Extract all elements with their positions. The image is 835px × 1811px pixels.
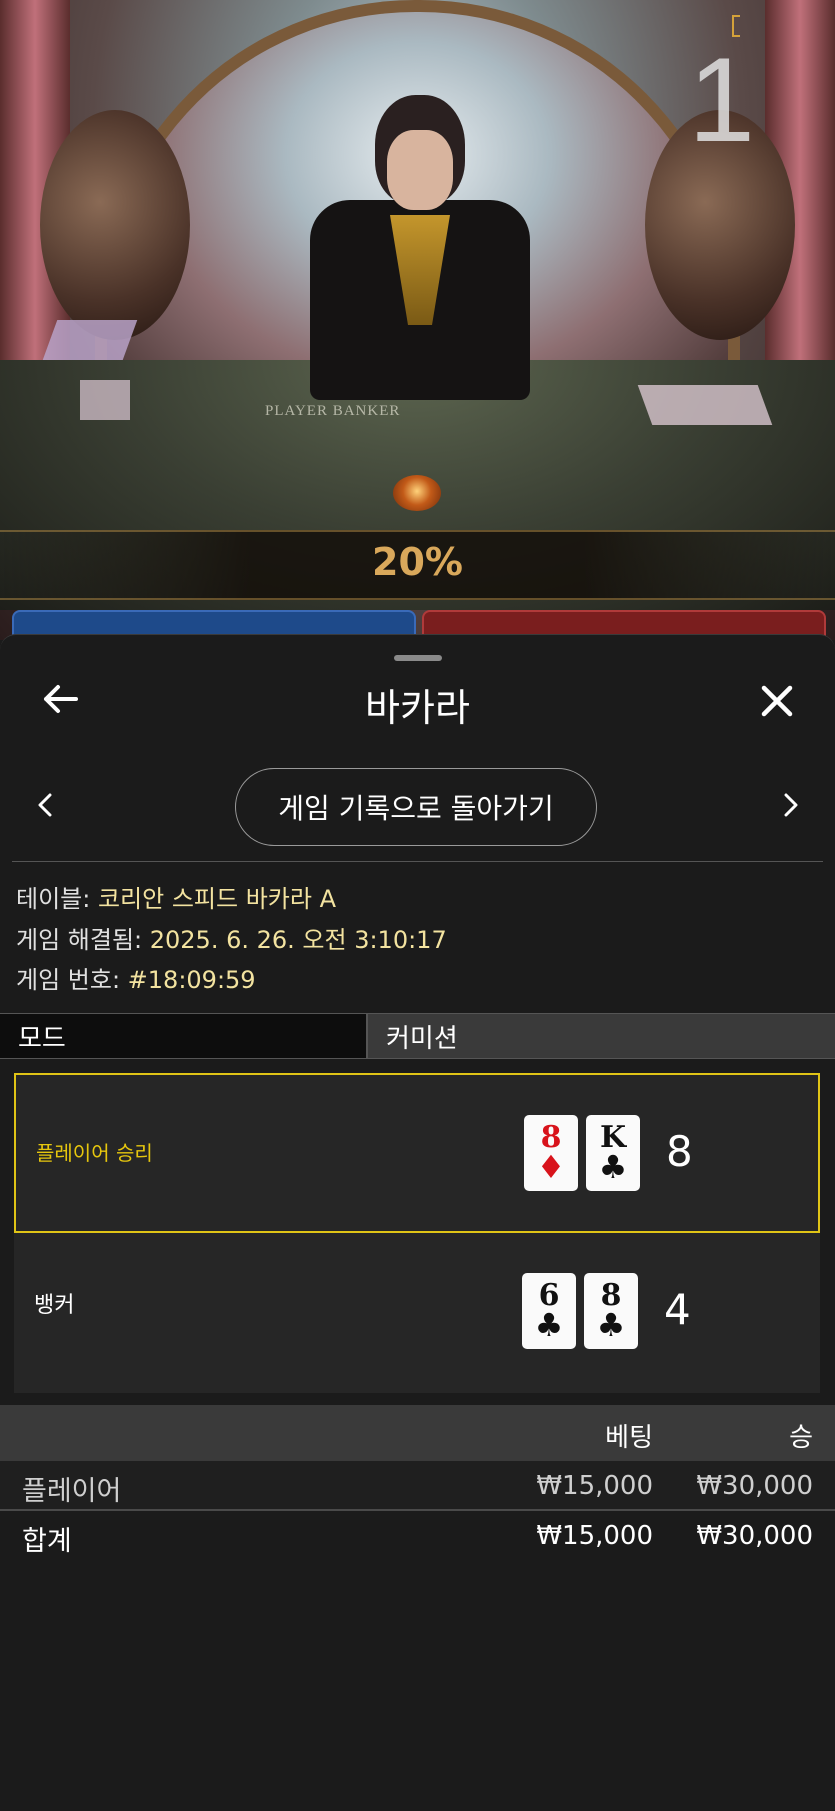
game-number-label: 게임 번호:	[16, 966, 128, 994]
back-to-history-button[interactable]: 게임 기록으로 돌아가기	[235, 768, 597, 846]
playing-card: K ♣	[586, 1115, 640, 1191]
table-info-value: 코리안 스피드 바카라 A	[97, 885, 336, 913]
banker-result-row: 뱅커 6 ♣ 8 ♣ 4	[14, 1233, 820, 1393]
bet-column-header: 베팅	[605, 1423, 653, 1453]
bet-row-label: 플레이어	[22, 1476, 122, 1507]
playing-card: 8 ♦	[524, 1115, 578, 1191]
player-result-row: 플레이어 승리 8 ♦ K ♣ 8	[14, 1073, 820, 1233]
resolved-info: 게임 해결됨: 2025. 6. 26. 오전 3:10:17	[16, 920, 447, 955]
total-win-amount: ₩30,000	[696, 1521, 813, 1551]
table-info-label: 테이블:	[16, 885, 98, 913]
round-number: 1	[688, 33, 755, 167]
card-tray	[80, 380, 130, 420]
win-column-header: 승	[789, 1423, 813, 1453]
tab-commission[interactable]: 커미션	[368, 1014, 835, 1058]
panel-title: 바카라	[365, 686, 470, 730]
chip-icon	[393, 475, 441, 511]
table-info: 테이블: 코리안 스피드 바카라 A	[16, 879, 336, 914]
bets-table-header: 베팅 승	[0, 1405, 835, 1461]
dragon-statue	[40, 110, 190, 340]
close-icon	[761, 685, 793, 717]
drag-handle[interactable]	[394, 655, 442, 661]
divider	[12, 861, 823, 862]
total-label: 합계	[22, 1526, 72, 1557]
club-suit-icon: ♣	[598, 1148, 628, 1186]
bet-amount: ₩15,000	[536, 1471, 653, 1501]
total-bet-amount: ₩15,000	[536, 1521, 653, 1551]
discard-holder	[637, 385, 773, 425]
live-video: PLAYER BANKER 1 20%	[0, 0, 835, 640]
resolved-info-label: 게임 해결됨:	[16, 926, 150, 954]
tab-mode[interactable]: 모드	[0, 1014, 368, 1058]
chevron-right-icon	[784, 793, 798, 817]
playing-card: 6 ♣	[522, 1273, 576, 1349]
game-number-value: #18:09:59	[127, 966, 256, 994]
diamond-suit-icon: ♦	[536, 1148, 566, 1186]
playing-card: 8 ♣	[584, 1273, 638, 1349]
total-row: 합계 ₩15,000 ₩30,000	[0, 1511, 835, 1559]
next-game-button[interactable]	[776, 785, 806, 825]
close-button[interactable]	[755, 679, 799, 723]
dealer-face	[387, 130, 453, 210]
chevron-left-icon	[38, 793, 52, 817]
previous-game-button[interactable]	[30, 785, 60, 825]
table-row: 플레이어 ₩15,000 ₩30,000	[0, 1461, 835, 1509]
table-print: PLAYER BANKER	[265, 403, 401, 419]
resolved-info-value: 2025. 6. 26. 오전 3:10:17	[149, 926, 447, 954]
win-amount: ₩30,000	[696, 1471, 813, 1501]
player-score: 8	[666, 1127, 693, 1176]
banker-score: 4	[664, 1285, 691, 1334]
game-detail-panel: 바카라 게임 기록으로 돌아가기 테이블: 코리안 스피드 바카라 A 게임 해…	[0, 634, 835, 1811]
game-number-info: 게임 번호: #18:09:59	[16, 960, 256, 995]
club-suit-icon: ♣	[596, 1306, 626, 1344]
club-suit-icon: ♣	[534, 1306, 564, 1344]
banker-result-label: 뱅커	[34, 1293, 75, 1318]
tab-bar: 모드 커미션	[0, 1013, 835, 1059]
card-shoe	[42, 320, 138, 360]
percent-indicator: 20%	[372, 540, 463, 584]
player-result-label: 플레이어 승리	[36, 1141, 153, 1165]
